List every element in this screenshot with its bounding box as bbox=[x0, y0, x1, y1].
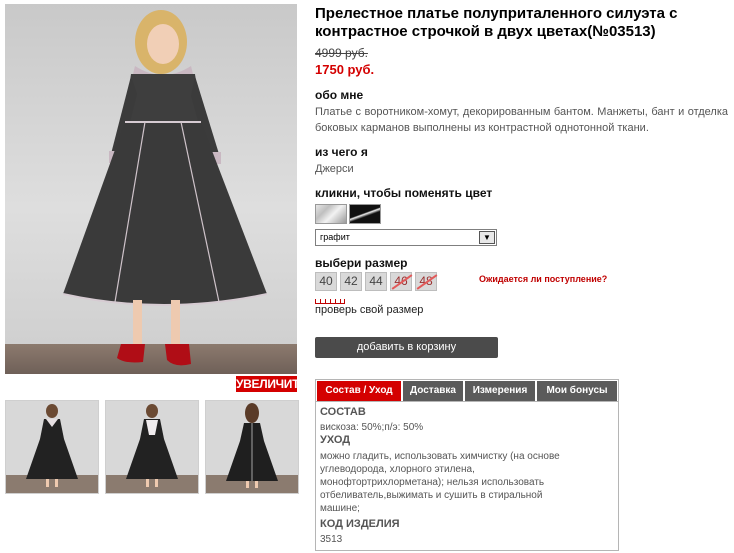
product-title: Прелестное платье полуприталенного силуэ… bbox=[315, 5, 678, 40]
tab-composition-care[interactable]: Состав / Уход bbox=[317, 381, 401, 401]
color-select[interactable]: графит ▼ bbox=[315, 229, 497, 246]
zoom-button[interactable]: УВЕЛИЧИТЬ bbox=[236, 376, 308, 392]
sale-price: 1750 руб. bbox=[315, 62, 375, 77]
size-heading: выбери размер bbox=[315, 256, 408, 270]
size-option-40[interactable]: 40 bbox=[315, 272, 337, 291]
thumbnail-3[interactable] bbox=[205, 400, 299, 494]
thumbnail-dress-front-bow bbox=[126, 404, 178, 487]
care-text: можно гладить, использовать химчистку (н… bbox=[320, 451, 560, 514]
composition-heading: СОСТАВ bbox=[320, 406, 366, 418]
dress-model-illustration bbox=[62, 10, 268, 366]
about-heading: обо мне bbox=[315, 88, 364, 102]
about-text: Платье с воротником-хомут, декорированны… bbox=[315, 106, 728, 134]
size-option-42[interactable]: 42 bbox=[340, 272, 362, 291]
tab-measurements[interactable]: Измерения bbox=[465, 381, 535, 401]
tab-delivery[interactable]: Доставка bbox=[403, 381, 463, 401]
size-option-46-unavailable: 46 bbox=[390, 272, 412, 291]
care-heading: УХОД bbox=[320, 434, 351, 446]
old-price: 4999 руб. bbox=[315, 46, 368, 60]
size-option-44[interactable]: 44 bbox=[365, 272, 387, 291]
material-value: Джерси bbox=[315, 163, 354, 175]
main-product-photo[interactable] bbox=[5, 4, 297, 374]
info-tabs-panel: Состав / Уход Доставка Измерения Мои бон… bbox=[315, 379, 619, 551]
thumbnail-dress-back bbox=[226, 403, 278, 488]
tab-bonuses[interactable]: Мои бонусы bbox=[537, 381, 617, 401]
color-swatch-black[interactable] bbox=[349, 204, 381, 224]
color-select-value: графит bbox=[320, 232, 350, 242]
add-to-cart-button[interactable]: добавить в корзину bbox=[315, 337, 498, 358]
thumbnail-2[interactable] bbox=[105, 400, 199, 494]
material-heading: из чего я bbox=[315, 145, 368, 159]
chevron-down-icon[interactable]: ▼ bbox=[479, 231, 495, 244]
composition-value: вискоза: 50%;п/э: 50% bbox=[320, 422, 424, 433]
color-heading: кликни, чтобы поменять цвет bbox=[315, 186, 493, 200]
thumbnail-1[interactable] bbox=[5, 400, 99, 494]
color-swatch-graphite[interactable] bbox=[315, 204, 347, 224]
ruler-icon bbox=[315, 297, 345, 304]
check-size-link[interactable]: проверь свой размер bbox=[315, 304, 423, 316]
product-code-heading: КОД ИЗДЕЛИЯ bbox=[320, 518, 400, 530]
thumbnail-dress-front bbox=[26, 404, 78, 487]
size-option-48-unavailable: 48 bbox=[415, 272, 437, 291]
restock-notify-link[interactable]: Ожидается ли поступление? bbox=[479, 274, 607, 284]
product-code-value: 3513 bbox=[320, 534, 343, 545]
